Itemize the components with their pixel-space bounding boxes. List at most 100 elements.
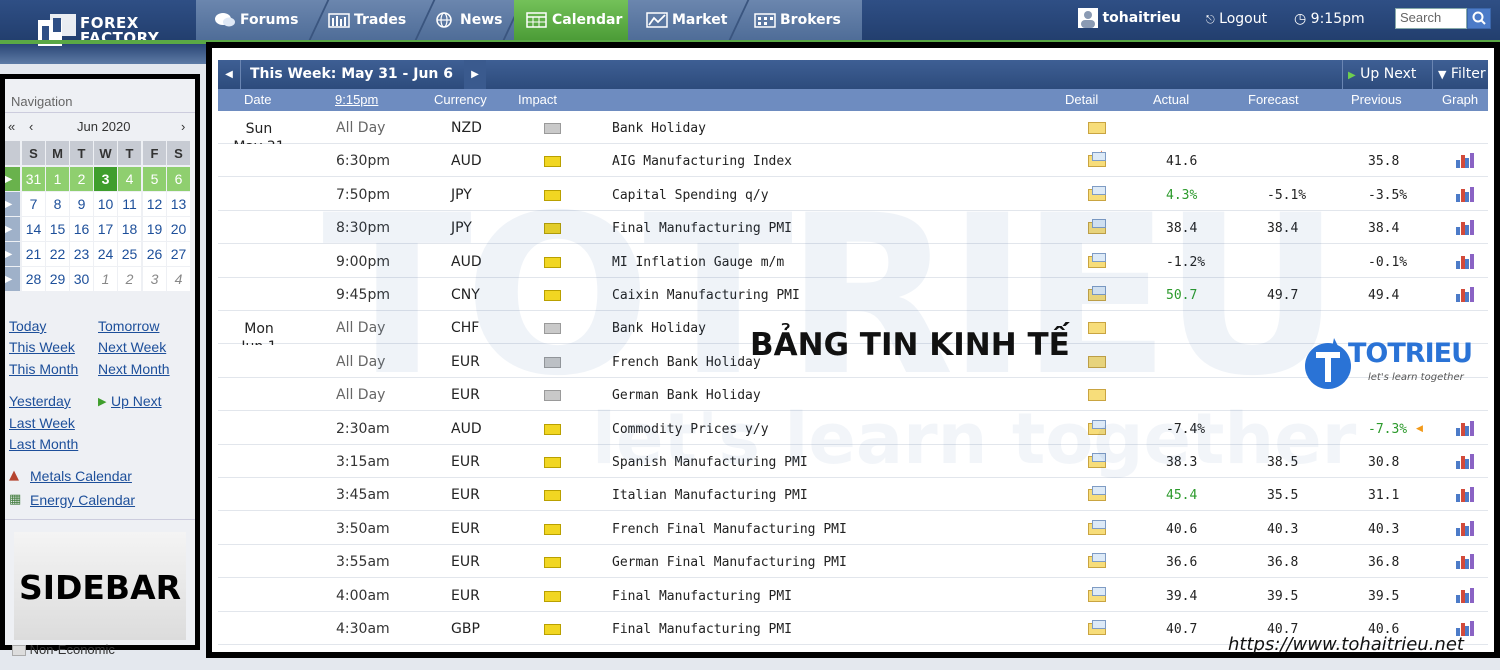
calendar-day[interactable]: 8 — [46, 192, 69, 216]
calendar-day[interactable]: 18 — [118, 217, 141, 241]
table-row[interactable]: 3:55am EUR German Final Manufacturing PMI 3… — [218, 545, 1488, 579]
nav-news[interactable]: News — [434, 0, 502, 40]
table-row[interactable]: 4:00am EUR Final Manufacturing PMI 39.4 39.5… — [218, 578, 1488, 612]
table-row[interactable]: SunMay 31All DayNZDBank Holiday — [218, 111, 1488, 155]
calendar-day[interactable]: 11 — [118, 192, 141, 216]
calendar-day[interactable]: 3 — [143, 267, 166, 291]
calendar-day[interactable]: 4 — [118, 167, 141, 191]
impact-icon[interactable] — [544, 590, 561, 602]
detail-folder-icon[interactable] — [1088, 519, 1106, 535]
impact-icon[interactable] — [544, 523, 561, 535]
link-this-week[interactable]: This Week — [9, 339, 75, 355]
detail-folder-icon[interactable] — [1088, 553, 1106, 569]
calendar-day[interactable]: 12 — [143, 192, 166, 216]
nav-brokers[interactable]: Brokers — [754, 0, 841, 40]
search-input[interactable]: Search — [1395, 8, 1467, 29]
graph-icon[interactable] — [1456, 186, 1474, 202]
detail-folder-icon[interactable] — [1088, 586, 1106, 602]
link-last-month[interactable]: Last Month — [9, 436, 78, 452]
calendar-day[interactable]: 15 — [46, 217, 69, 241]
calendar-day[interactable]: 6 — [167, 167, 190, 191]
calendar-day[interactable]: 1 — [94, 267, 117, 291]
next-month-button[interactable]: › — [181, 119, 185, 134]
week-select-button[interactable]: ▶ — [5, 267, 20, 291]
event-title[interactable]: French Final Manufacturing PMI — [612, 522, 847, 537]
link-this-month[interactable]: This Month — [9, 361, 78, 377]
calendar-day[interactable]: 30 — [70, 267, 93, 291]
calendar-day[interactable]: 24 — [94, 242, 117, 266]
graph-icon[interactable] — [1456, 520, 1474, 536]
calendar-day[interactable]: 25 — [118, 242, 141, 266]
calendar-day[interactable]: 2 — [70, 167, 93, 191]
link-last-week[interactable]: Last Week — [9, 415, 75, 431]
prev-week-button[interactable]: ◀ — [218, 60, 240, 89]
graph-icon[interactable] — [1456, 153, 1474, 169]
detail-folder-icon[interactable]: ★ — [1088, 148, 1107, 168]
calendar-day[interactable]: 13 — [167, 192, 190, 216]
calendar-day[interactable]: 22 — [46, 242, 69, 266]
week-select-button[interactable]: ▶ — [5, 192, 20, 216]
search-button[interactable] — [1467, 8, 1491, 29]
link-energy-calendar[interactable]: Energy Calendar — [30, 492, 135, 508]
calendar-day[interactable]: 29 — [46, 267, 69, 291]
user-menu[interactable]: tohaitrieu — [1078, 8, 1181, 28]
link-yesterday[interactable]: Yesterday — [9, 393, 71, 409]
prev-year-button[interactable]: « — [8, 119, 15, 134]
graph-icon[interactable] — [1456, 554, 1474, 570]
link-today[interactable]: Today — [9, 318, 46, 334]
logout-link[interactable]: ⎋ Logout — [1206, 11, 1267, 27]
week-select-button[interactable]: ▶ — [5, 167, 20, 191]
graph-icon[interactable] — [1456, 220, 1474, 236]
calendar-day[interactable]: 3 — [94, 167, 117, 191]
calendar-day[interactable]: 19 — [143, 217, 166, 241]
impact-icon[interactable] — [544, 557, 561, 569]
link-metals-calendar[interactable]: Metals Calendar — [30, 468, 132, 484]
forex-factory-logo[interactable]: FOREX FACTORY — [38, 12, 159, 50]
impact-icon[interactable] — [544, 156, 561, 168]
impact-icon[interactable] — [544, 490, 561, 502]
calendar-day[interactable]: 14 — [22, 217, 45, 241]
calendar-day[interactable]: 31 — [22, 167, 45, 191]
impact-icon[interactable] — [544, 457, 561, 468]
graph-icon[interactable] — [1456, 487, 1474, 503]
event-title[interactable]: Bank Holiday — [612, 121, 706, 136]
calendar-day[interactable]: 28 — [22, 267, 45, 291]
graph-icon[interactable] — [1456, 454, 1474, 469]
event-title[interactable]: Final Manufacturing PMI — [612, 589, 792, 604]
calendar-day[interactable]: 17 — [94, 217, 117, 241]
link-next-month[interactable]: Next Month — [98, 361, 170, 377]
calendar-day[interactable]: 7 — [22, 192, 45, 216]
impact-icon[interactable] — [544, 123, 561, 134]
detail-folder-icon[interactable] — [1088, 620, 1106, 635]
nav-trades[interactable]: Trades — [328, 0, 406, 40]
filter-button[interactable]: ▼ Filter — [1438, 66, 1486, 82]
impact-icon[interactable] — [544, 624, 561, 635]
calendar-day[interactable]: 21 — [22, 242, 45, 266]
table-row[interactable]: 3:45am EUR Italian Manufacturing PMI 45.4 35… — [218, 478, 1488, 512]
up-next-button[interactable]: ▶ Up Next — [1348, 66, 1416, 82]
event-title[interactable]: Italian Manufacturing PMI — [612, 488, 808, 503]
calendar-day[interactable]: 23 — [70, 242, 93, 266]
graph-icon[interactable] — [1456, 253, 1474, 269]
graph-icon[interactable] — [1456, 287, 1474, 302]
nav-market[interactable]: Market — [646, 0, 727, 40]
calendar-day[interactable]: 10 — [94, 192, 117, 216]
detail-folder-icon[interactable] — [1088, 122, 1106, 134]
col-time[interactable]: 9:15pm — [335, 92, 378, 107]
event-title[interactable]: Final Manufacturing PMI — [612, 622, 792, 637]
calendar-day[interactable]: 4 — [167, 267, 190, 291]
graph-icon[interactable] — [1456, 420, 1474, 436]
next-week-button[interactable]: ▶ — [464, 60, 486, 89]
nav-forums[interactable]: Forums — [214, 0, 298, 40]
link-up-next[interactable]: Up Next — [111, 393, 162, 409]
calendar-day[interactable]: 27 — [167, 242, 190, 266]
link-tomorrow[interactable]: Tomorrow — [98, 318, 159, 334]
calendar-day[interactable]: 5 — [143, 167, 166, 191]
calendar-day[interactable]: 1 — [46, 167, 69, 191]
calendar-day[interactable]: 26 — [143, 242, 166, 266]
graph-icon[interactable] — [1456, 587, 1474, 603]
calendar-day[interactable]: 9 — [70, 192, 93, 216]
calendar-day[interactable]: 20 — [167, 217, 190, 241]
prev-month-button[interactable]: ‹ — [29, 119, 33, 134]
event-title[interactable]: German Final Manufacturing PMI — [612, 555, 847, 570]
